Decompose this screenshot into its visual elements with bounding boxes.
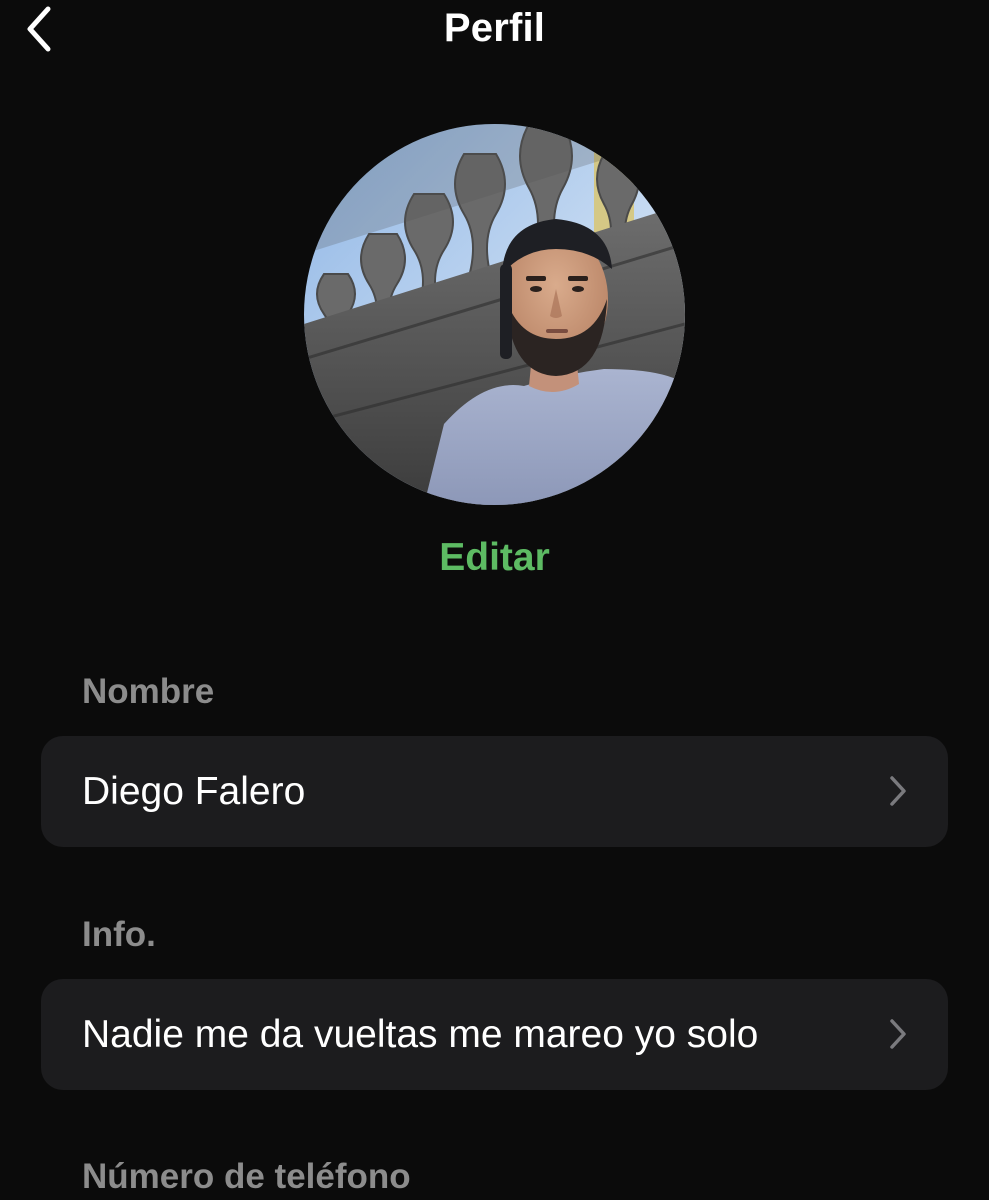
avatar [304, 124, 685, 505]
page-title: Perfil [443, 6, 546, 50]
info-value: Nadie me da vueltas me mareo yo solo [82, 1013, 759, 1056]
navigation-bar: Perfil [0, 0, 989, 60]
edit-profile-link[interactable]: Editar [0, 536, 989, 580]
info-row[interactable]: Nadie me da vueltas me mareo yo solo [41, 979, 948, 1090]
profile-photo[interactable] [304, 124, 685, 505]
name-row[interactable]: Diego Falero [41, 736, 948, 847]
profile-screen: Perfil Editar Nombre Diego Falero Info. … [0, 0, 989, 1200]
name-value: Diego Falero [82, 770, 306, 813]
chevron-right-icon [890, 776, 906, 806]
section-label-info: Info. [82, 915, 156, 954]
section-label-phone: Número de teléfono [82, 1157, 411, 1196]
section-label-name: Nombre [82, 672, 215, 711]
chevron-right-icon [890, 1019, 906, 1049]
